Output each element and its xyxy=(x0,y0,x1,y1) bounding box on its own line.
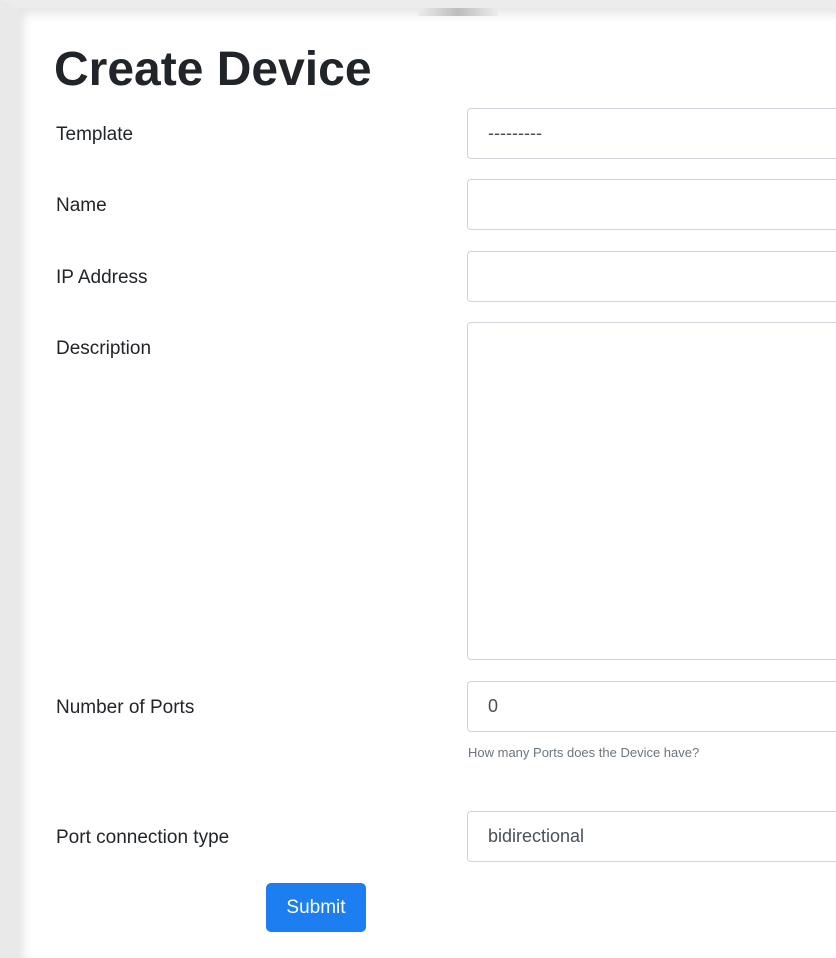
port-connection-type-selected-value: bidirectional xyxy=(488,826,585,846)
number-of-ports-input[interactable] xyxy=(467,681,836,732)
name-input[interactable] xyxy=(467,179,836,230)
description-label: Description xyxy=(56,338,152,359)
template-label: Template xyxy=(56,124,134,145)
port-connection-type-label: Port connection type xyxy=(56,827,230,848)
form-panel: Create Device Template --------- Name IP… xyxy=(0,0,836,958)
number-of-ports-help: How many Ports does the Device have? xyxy=(468,745,700,760)
port-connection-type-select[interactable]: bidirectional xyxy=(467,811,836,862)
ip-address-input[interactable] xyxy=(467,251,836,302)
ip-address-label: IP Address xyxy=(56,267,148,288)
submit-button[interactable]: Submit xyxy=(266,883,366,932)
name-label: Name xyxy=(56,195,107,216)
template-select[interactable]: --------- xyxy=(467,108,836,159)
description-textarea[interactable] xyxy=(467,322,836,660)
page-title: Create Device xyxy=(54,43,372,96)
template-selected-value: --------- xyxy=(488,123,542,143)
window-edge-shadow xyxy=(418,8,498,16)
number-of-ports-label: Number of Ports xyxy=(56,697,195,718)
